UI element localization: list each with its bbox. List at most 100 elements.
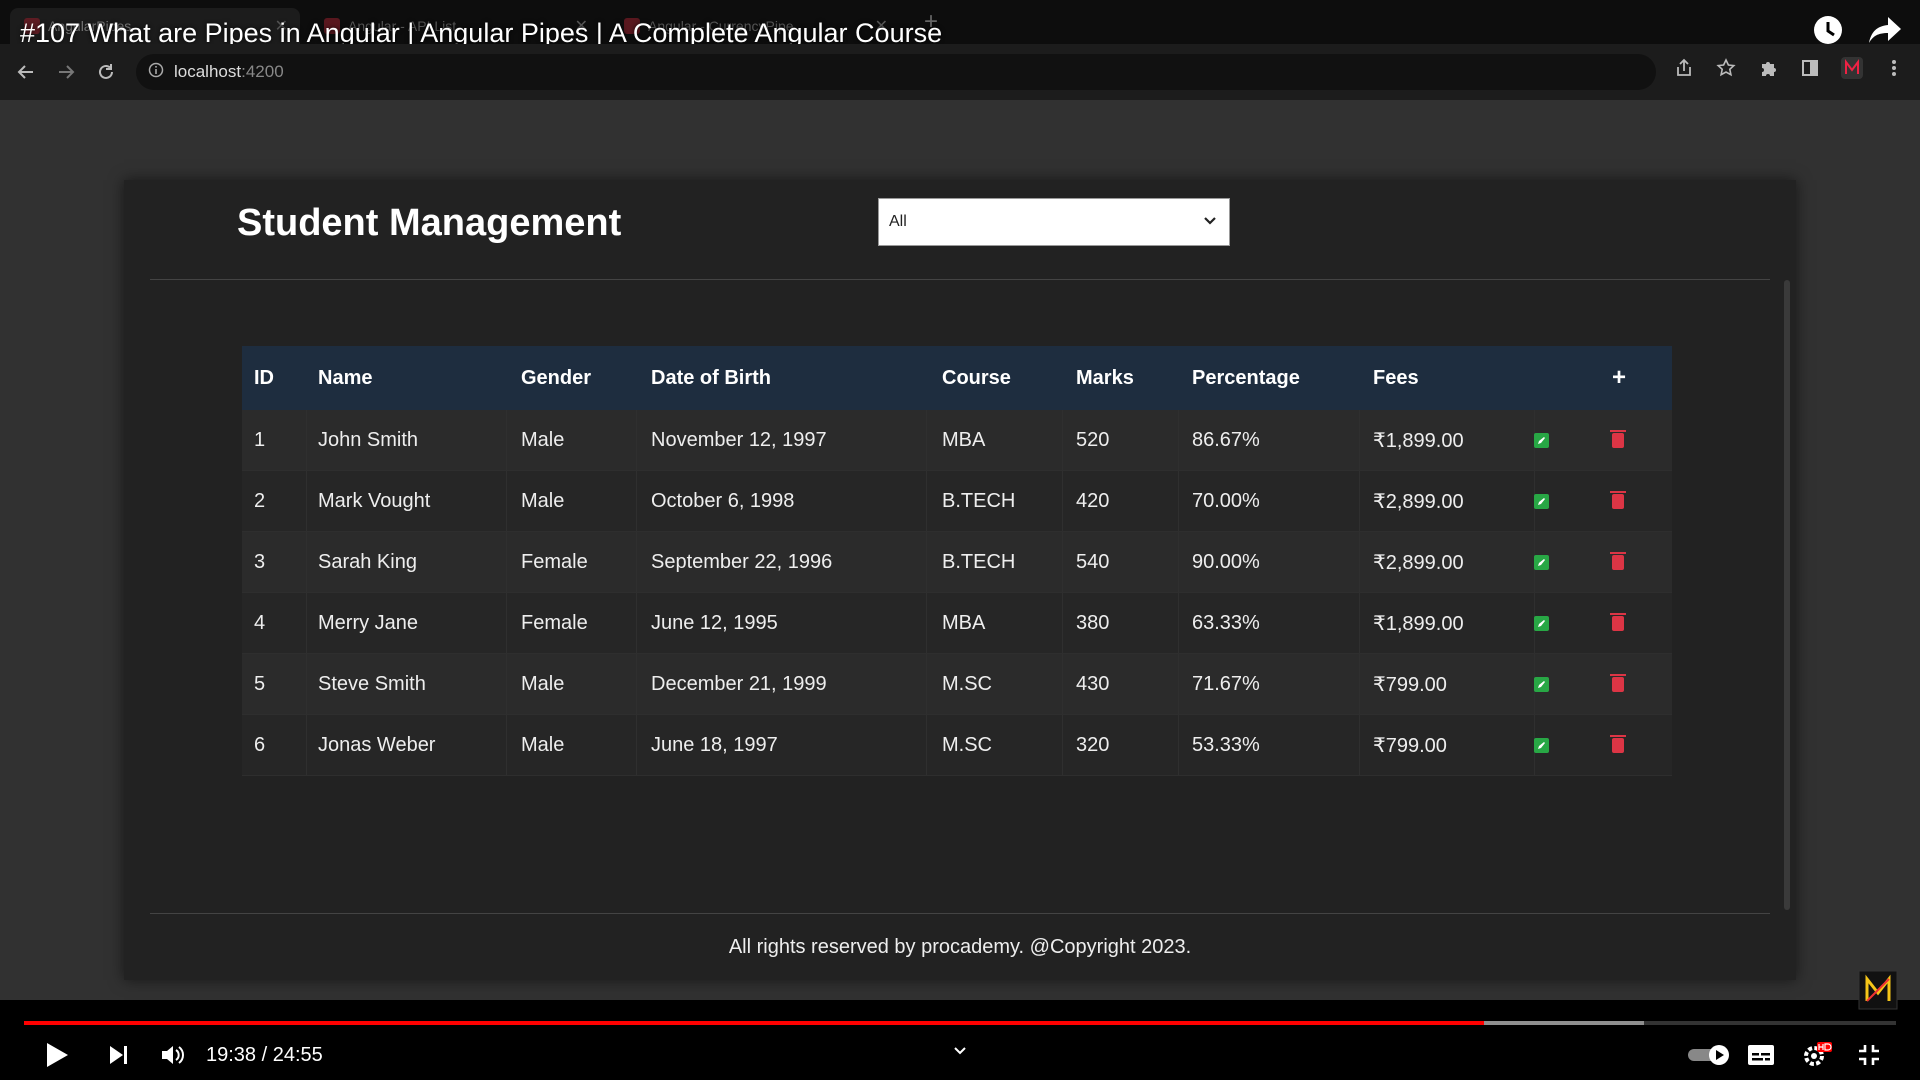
column-separator	[926, 471, 927, 531]
cell-fees: ₹2,899.00	[1373, 490, 1464, 513]
volume-icon[interactable]	[156, 1038, 190, 1072]
edit-icon	[1534, 493, 1549, 509]
browser-toolbar: localhost:4200	[0, 44, 1920, 100]
column-header-id[interactable]: ID	[254, 346, 274, 410]
edit-row-button[interactable]	[1534, 654, 1549, 714]
delete-row-button[interactable]	[1610, 654, 1626, 714]
bookmark-star-icon[interactable]	[1714, 56, 1738, 80]
subtitles-icon[interactable]	[1744, 1038, 1778, 1072]
cell-percentage: 53.33%	[1192, 733, 1260, 756]
forward-arrow-icon[interactable]	[52, 58, 80, 86]
video-controls: 19:38 / 24:55	[0, 1030, 1920, 1080]
delete-row-button[interactable]	[1610, 471, 1626, 531]
column-separator	[636, 654, 637, 714]
cell-percentage: 86.67%	[1192, 428, 1260, 451]
edit-row-button[interactable]	[1534, 715, 1549, 775]
table-row[interactable]: 4 Merry Jane Female June 12, 1995 MBA 380 63.3…	[242, 593, 1672, 654]
cell-id: 4	[254, 611, 266, 634]
share-page-icon[interactable]	[1672, 56, 1696, 80]
column-header-name[interactable]: Name	[318, 346, 372, 410]
url-port: :4200	[241, 62, 284, 81]
delete-row-button[interactable]	[1610, 410, 1626, 470]
channel-watermark-icon[interactable]	[1858, 970, 1898, 1015]
cell-gender: Female	[521, 611, 588, 634]
delete-row-button[interactable]	[1610, 593, 1626, 653]
settings-gear-icon[interactable]	[1800, 1038, 1834, 1072]
column-separator	[1062, 593, 1063, 653]
column-separator	[1178, 410, 1179, 470]
content-scrollbar[interactable]	[1784, 280, 1790, 910]
cell-name: Sarah King	[318, 550, 417, 573]
column-separator	[926, 715, 927, 775]
cell-percentage: 90.00%	[1192, 550, 1260, 573]
chapters-chevron-icon[interactable]	[943, 1034, 977, 1068]
cell-percentage: 70.00%	[1192, 489, 1260, 512]
delete-row-button[interactable]	[1610, 715, 1626, 775]
column-separator	[1359, 410, 1360, 470]
column-header-course[interactable]: Course	[942, 346, 1011, 410]
student-management-card: Student Management All ID Name Gender Da…	[124, 180, 1796, 980]
header-divider	[150, 279, 1770, 280]
reload-icon[interactable]	[92, 58, 120, 86]
add-student-button[interactable]: +	[1612, 346, 1626, 410]
table-row[interactable]: 5 Steve Smith Male December 21, 1999 M.SC 430…	[242, 654, 1672, 715]
column-separator	[926, 654, 927, 714]
delete-row-button[interactable]	[1610, 532, 1626, 592]
course-filter-select[interactable]: All	[878, 198, 1230, 246]
extensions-puzzle-icon[interactable]	[1756, 56, 1780, 80]
table-body: 1 John Smith Male November 12, 1997 MBA 520 86…	[242, 410, 1672, 776]
column-header-marks[interactable]: Marks	[1076, 346, 1134, 410]
column-header-dob[interactable]: Date of Birth	[651, 346, 771, 410]
cell-course: B.TECH	[942, 489, 1016, 512]
video-progress-bar[interactable]	[24, 1021, 1896, 1025]
filter-selected-value: All	[889, 213, 907, 230]
page-viewport: Student Management All ID Name Gender Da…	[0, 100, 1920, 1000]
edit-icon	[1534, 737, 1549, 753]
chevron-down-icon	[1201, 211, 1219, 234]
column-header-fees[interactable]: Fees	[1373, 346, 1419, 410]
table-header-row: ID Name Gender Date of Birth Course Mark…	[242, 346, 1672, 410]
address-bar[interactable]: localhost:4200	[136, 54, 1656, 90]
trash-icon	[1610, 673, 1626, 692]
cell-dob: October 6, 1998	[651, 489, 795, 512]
table-row[interactable]: 2 Mark Vought Male October 6, 1998 B.TECH 420…	[242, 471, 1672, 532]
students-table: ID Name Gender Date of Birth Course Mark…	[242, 346, 1672, 776]
next-video-icon[interactable]	[102, 1038, 136, 1072]
exit-fullscreen-icon[interactable]	[1852, 1038, 1886, 1072]
table-row[interactable]: 1 John Smith Male November 12, 1997 MBA 520 86…	[242, 410, 1672, 471]
profile-avatar-icon[interactable]	[1840, 56, 1864, 80]
column-separator	[1359, 593, 1360, 653]
edit-row-button[interactable]	[1534, 593, 1549, 653]
cell-dob: September 22, 1996	[651, 550, 833, 573]
edit-row-button[interactable]	[1534, 471, 1549, 531]
column-separator	[306, 532, 307, 592]
cell-marks: 420	[1076, 489, 1110, 512]
side-panel-icon[interactable]	[1798, 56, 1822, 80]
table-row[interactable]: 6 Jonas Weber Male June 18, 1997 M.SC 320 53.3…	[242, 715, 1672, 776]
site-info-icon[interactable]	[148, 62, 164, 83]
edit-icon	[1534, 432, 1549, 448]
cell-marks: 380	[1076, 611, 1110, 634]
column-separator	[1178, 715, 1179, 775]
cell-id: 5	[254, 672, 266, 695]
edit-icon	[1534, 676, 1549, 692]
column-separator	[1359, 532, 1360, 592]
browser-menu-icon[interactable]	[1882, 56, 1906, 80]
autoplay-toggle[interactable]	[1686, 1038, 1732, 1072]
browser-tab-strip: AngularPipes ✕ Angular - API List ✕ Angu…	[0, 0, 1920, 48]
cell-course: B.TECH	[942, 550, 1016, 573]
cell-course: M.SC	[942, 672, 992, 695]
table-row[interactable]: 3 Sarah King Female September 22, 1996 B.TEC…	[242, 532, 1672, 593]
column-header-percentage[interactable]: Percentage	[1192, 346, 1300, 410]
edit-row-button[interactable]	[1534, 410, 1549, 470]
column-separator	[306, 410, 307, 470]
column-header-gender[interactable]: Gender	[521, 346, 591, 410]
edit-row-button[interactable]	[1534, 532, 1549, 592]
trash-icon	[1610, 551, 1626, 570]
back-arrow-icon[interactable]	[12, 58, 40, 86]
column-separator	[306, 654, 307, 714]
trash-icon	[1610, 490, 1626, 509]
play-icon[interactable]	[40, 1038, 74, 1072]
cell-id: 6	[254, 733, 266, 756]
column-separator	[506, 715, 507, 775]
